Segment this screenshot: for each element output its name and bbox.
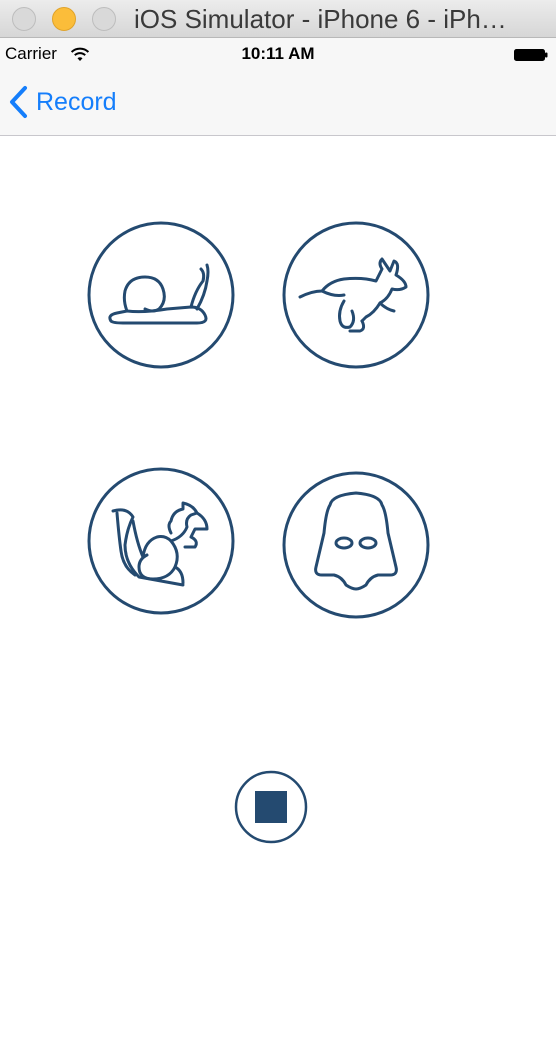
rabbit-icon	[282, 221, 430, 369]
back-button[interactable]: Record	[8, 84, 117, 120]
battery-icon	[514, 49, 548, 61]
simulator-window-titlebar: iOS Simulator - iPhone 6 - iPh…	[0, 0, 556, 38]
vader-effect-button[interactable]	[282, 471, 430, 619]
window-zoom-button[interactable]	[92, 7, 116, 31]
squirrel-icon	[87, 467, 235, 615]
status-bar: Carrier 10:11 AM	[0, 38, 556, 70]
window-close-button[interactable]	[12, 7, 36, 31]
stop-button[interactable]	[234, 770, 308, 844]
status-time: 10:11 AM	[241, 44, 315, 63]
slow-effect-button[interactable]	[87, 221, 235, 369]
window-minimize-button[interactable]	[52, 7, 76, 31]
back-button-label: Record	[36, 87, 117, 116]
fast-effect-button[interactable]	[282, 221, 430, 369]
darth-vader-helmet-icon	[282, 471, 430, 619]
stop-icon	[234, 770, 308, 844]
chipmunk-effect-button[interactable]	[87, 467, 235, 615]
navigation-bar: Record	[0, 70, 556, 136]
window-title: iOS Simulator - iPhone 6 - iPh…	[134, 4, 507, 34]
snail-icon	[87, 221, 235, 369]
chevron-left-icon	[10, 86, 27, 118]
